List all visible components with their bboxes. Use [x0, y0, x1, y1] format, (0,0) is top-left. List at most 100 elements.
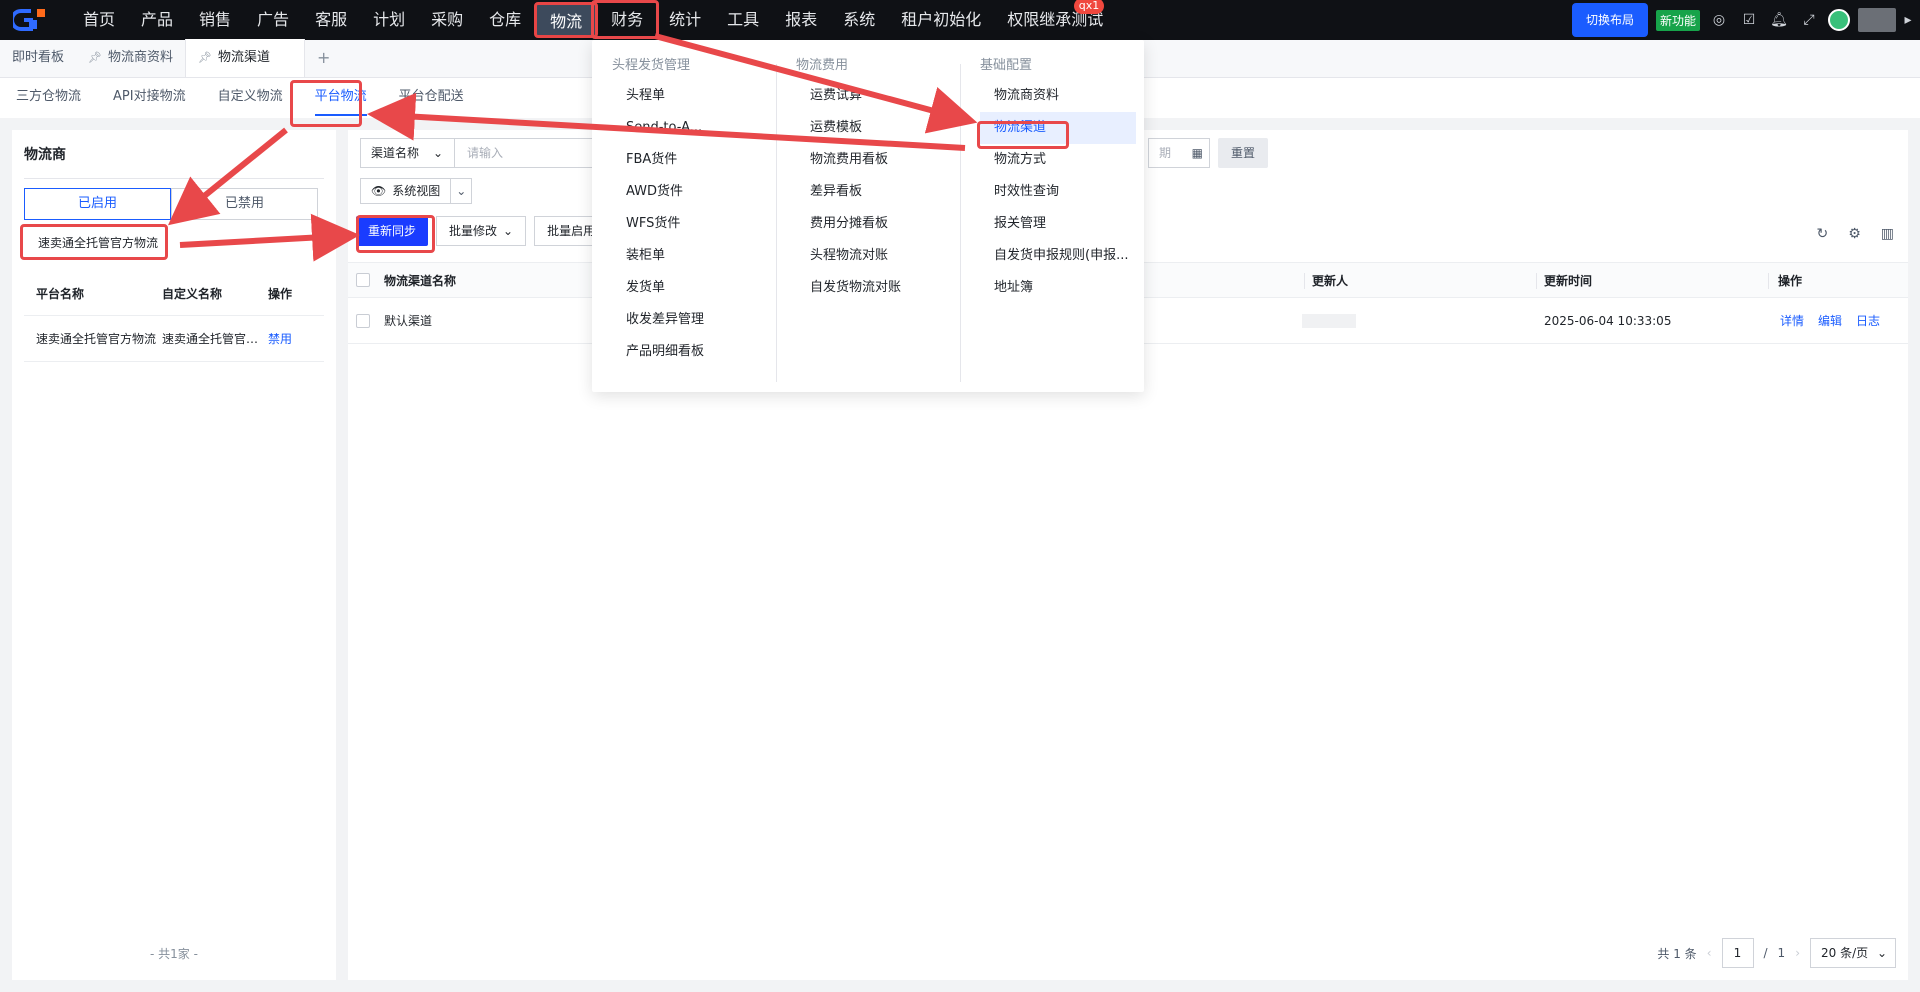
platform-name-cell: 速卖通全托管官方物流 — [36, 332, 157, 346]
nav-item-6[interactable]: 采购 — [418, 0, 476, 40]
system-view-button[interactable]: 👁︎ 系统视图 — [361, 179, 452, 203]
menu-section-heading: 基础配置 — [980, 58, 1033, 73]
menu-item-col1-7[interactable]: 收发差异管理 — [612, 304, 772, 336]
log-link[interactable]: 日志 — [1856, 312, 1880, 329]
enabled-segment[interactable]: 已启用 — [24, 188, 171, 220]
page-tab-logistics-channel[interactable]: 📌︎ 物流渠道 — [185, 39, 305, 77]
tab-custom-logistics[interactable]: 自定义物流 — [202, 78, 299, 118]
tab-third-party-warehouse[interactable]: 三方仓物流 — [0, 78, 97, 118]
menu-item-col1-2[interactable]: FBA货件 — [612, 144, 772, 176]
page-tab-dashboard[interactable]: 即时看板 — [0, 39, 76, 77]
custom-name-cell: 速卖通全托管官方物流 — [162, 332, 264, 346]
date-picker[interactable]: 期 ▦ — [1148, 138, 1210, 168]
bell-icon[interactable]: 🔔︎ — [1768, 9, 1790, 31]
nav-item-0[interactable]: 首页 — [70, 0, 128, 40]
menu-item-col1-6[interactable]: 发货单 — [612, 272, 772, 304]
details-link[interactable]: 详情 — [1780, 312, 1804, 329]
menu-item-col1-1[interactable]: Send-to-A... — [612, 112, 772, 144]
add-tab-button[interactable]: + — [305, 39, 342, 77]
menu-item-col2-4[interactable]: 费用分摊看板 — [796, 208, 956, 240]
table-header: 平台名称 自定义名称 操作 — [24, 272, 324, 316]
nav-item-12[interactable]: 报表 — [772, 0, 830, 40]
search-input[interactable]: 请输入 — [454, 138, 602, 168]
menu-item-col3-0[interactable]: 物流商资料 — [980, 80, 1140, 112]
filter-field-label: 渠道名称 — [371, 146, 420, 160]
nav-item-4[interactable]: 客服 — [302, 0, 360, 40]
edit-link[interactable]: 编辑 — [1818, 312, 1842, 329]
chevron-down-icon: ⌄ — [1876, 946, 1887, 960]
column-divider — [1768, 273, 1769, 289]
menu-item-col2-3[interactable]: 差异看板 — [796, 176, 956, 208]
disabled-segment[interactable]: 已禁用 — [171, 188, 318, 220]
nav-item-14[interactable]: 租户初始化 — [888, 0, 994, 40]
page-size-select[interactable]: 20 条/页 ⌄ — [1810, 938, 1896, 968]
tab-api-logistics[interactable]: API对接物流 — [97, 78, 202, 118]
menu-item-col1-4[interactable]: WFS货件 — [612, 208, 772, 240]
caret-right-icon[interactable]: ▸ — [1904, 9, 1912, 31]
select-all-checkbox[interactable] — [356, 263, 370, 297]
menu-item-col1-8[interactable]: 产品明细看板 — [612, 336, 772, 368]
chevron-down-icon[interactable]: ⌄ — [451, 184, 471, 198]
calendar-icon: ▦ — [1191, 146, 1203, 160]
nav-item-15[interactable]: 权限继承测试 qx1 — [994, 0, 1116, 40]
nav-item-7[interactable]: 仓库 — [476, 0, 534, 40]
total-pages: 1 — [1777, 946, 1786, 960]
menu-column-basic-config: 基础配置 物流商资料 物流渠道 物流方式 时效性查询 报关管理 自发货申报规则(申报...… — [980, 52, 1140, 382]
menu-item-col2-1[interactable]: 运费模板 — [796, 112, 956, 144]
page-separator: / — [1763, 946, 1768, 960]
annotation-box-platform-tab — [290, 80, 362, 127]
updater-cell — [1302, 298, 1356, 343]
table-row[interactable]: 速卖通全托管官方物流 速卖通全托管官方物流 禁用 — [24, 316, 324, 362]
menu-column-first-mile: 头程发货管理 头程单 Send-to-A... FBA货件 AWD货件 WFS货件 装柜单… — [612, 52, 772, 382]
next-page-icon[interactable]: › — [1795, 946, 1800, 960]
menu-item-col3-6[interactable]: 地址簿 — [980, 272, 1140, 304]
user-name-block[interactable] — [1858, 8, 1896, 32]
menu-item-col2-0[interactable]: 运费试算 — [796, 80, 956, 112]
menu-item-col1-3[interactable]: AWD货件 — [612, 176, 772, 208]
page-input[interactable]: 1 — [1721, 938, 1754, 968]
channel-name-cell: 默认渠道 — [384, 314, 433, 328]
page-tab-carrier-info[interactable]: 📌︎ 物流商资料 — [76, 39, 185, 77]
nav-badge: qx1 — [1073, 0, 1105, 14]
menu-section-heading: 物流费用 — [796, 58, 849, 73]
menu-item-col3-5[interactable]: 自发货申报规则(申报... — [980, 240, 1140, 272]
nav-item-3[interactable]: 广告 — [244, 0, 302, 40]
nav-item-8[interactable]: 物流 — [534, 2, 599, 38]
prev-page-icon[interactable]: ‹ — [1707, 946, 1712, 960]
menu-item-col2-5[interactable]: 头程物流对账 — [796, 240, 956, 272]
column-divider — [1536, 273, 1537, 289]
switch-layout-button[interactable]: 切换布局 — [1571, 3, 1648, 37]
menu-item-col3-4[interactable]: 报关管理 — [980, 208, 1140, 240]
col-actions: 操作 — [268, 287, 293, 301]
avatar[interactable] — [1828, 9, 1850, 31]
logistics-dropdown-menu: 头程发货管理 头程单 Send-to-A... FBA货件 AWD货件 WFS货件 装柜单… — [592, 40, 1144, 392]
page-tab-label: 物流渠道 — [217, 50, 270, 65]
filter-field-select[interactable]: 渠道名称 ⌄ — [360, 138, 454, 168]
disable-link[interactable]: 禁用 — [268, 332, 292, 346]
menu-item-col2-6[interactable]: 自发货物流对账 — [796, 272, 956, 304]
col-platform-name: 平台名称 — [36, 287, 85, 301]
row-checkbox[interactable] — [356, 298, 370, 343]
new-feature-button[interactable]: 新功能 — [1655, 9, 1700, 31]
nav-item-2[interactable]: 销售 — [186, 0, 244, 40]
nav-item-10[interactable]: 统计 — [656, 0, 714, 40]
nav-item-11[interactable]: 工具 — [714, 0, 772, 40]
fullscreen-icon[interactable]: ⤢ — [1798, 9, 1820, 31]
updated-at-cell: 2025-06-04 10:33:05 — [1544, 313, 1672, 328]
reset-button[interactable]: 重置 — [1218, 138, 1268, 168]
calendar-check-icon[interactable]: ☑ — [1738, 9, 1760, 31]
tab-platform-warehouse-delivery[interactable]: 平台仓配送 — [383, 78, 480, 118]
batch-edit-button[interactable]: 批量修改 ⌄ — [436, 216, 527, 246]
columns-icon[interactable]: ▥ — [1881, 226, 1894, 242]
info-circle-icon[interactable]: ◎ — [1708, 9, 1730, 31]
nav-item-5[interactable]: 计划 — [360, 0, 418, 40]
menu-item-col3-3[interactable]: 时效性查询 — [980, 176, 1140, 208]
refresh-icon[interactable]: ↻ — [1816, 226, 1828, 242]
menu-item-col1-5[interactable]: 装柜单 — [612, 240, 772, 272]
app-logo[interactable] — [0, 0, 70, 40]
nav-item-1[interactable]: 产品 — [128, 0, 186, 40]
settings-icon[interactable]: ⚙ — [1848, 226, 1861, 242]
nav-item-13[interactable]: 系统 — [830, 0, 888, 40]
menu-item-col1-0[interactable]: 头程单 — [612, 80, 772, 112]
menu-item-col2-2[interactable]: 物流费用看板 — [796, 144, 956, 176]
